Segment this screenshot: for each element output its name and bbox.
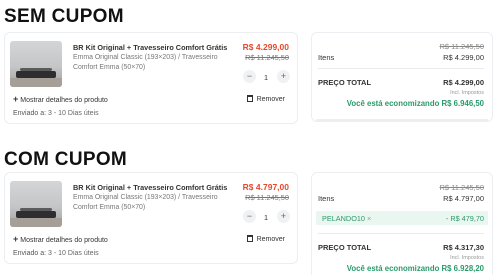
summary-items-value: R$ 4.797,00 [443, 194, 484, 203]
summary-total-label: PREÇO TOTAL [318, 78, 372, 87]
plus-icon: + [280, 71, 287, 81]
summary-total-value: R$ 4.317,30 [443, 243, 484, 252]
shipping-label: Enviado a: [13, 250, 47, 257]
price-current: R$ 4.797,00 [242, 182, 289, 192]
remove-label: Remover [256, 96, 285, 103]
product-name[interactable]: BR Kit Original + Travesseiro Comfort Gr… [73, 183, 227, 192]
shipping-days: 3 - 10 Dias úteis [48, 250, 99, 257]
summary-items-label: Itens [318, 53, 335, 62]
shipping-days: 3 - 10 Dias úteis [48, 110, 99, 117]
coupon-code: PELANDO10 [322, 214, 365, 223]
savings-value: R$ 6.946,50 [441, 99, 484, 108]
quantity-value: 1 [263, 73, 269, 82]
product-image [10, 41, 62, 87]
summary-savings: Você está economizando R$ 6.946,50 [347, 99, 484, 108]
summary-divider [318, 233, 484, 234]
summary-divider [318, 68, 484, 69]
summary-savings: Você está economizando R$ 6.928,20 [347, 264, 484, 273]
product-description: Emma Original Classic (193×203) / Traves… [73, 194, 218, 211]
summary-total-label: PREÇO TOTAL [318, 243, 372, 252]
section-title-sem-cupom: SEM CUPOM [4, 6, 124, 27]
summary-original-price: R$ 11.245,50 [439, 42, 484, 51]
coupon-code-button[interactable]: PELANDO10 × [322, 214, 371, 223]
quantity-decrease-button[interactable]: − [243, 70, 256, 83]
price-current: R$ 4.299,00 [242, 42, 289, 52]
quantity-value: 1 [263, 213, 269, 222]
cart-item-card-sem-cupom: BR Kit Original + Travesseiro Comfort Gr… [4, 32, 298, 124]
summary-taxes-note: Incl. Impostos [450, 90, 484, 96]
product-image [10, 181, 62, 227]
minus-icon: − [246, 211, 253, 221]
summary-bottom-bar [316, 119, 488, 122]
summary-original-price: R$ 11.245,50 [439, 183, 484, 192]
price-original: R$ 11.245,50 [245, 53, 289, 62]
quantity-increase-button[interactable]: + [277, 70, 290, 83]
savings-value: R$ 6.928,20 [441, 264, 484, 273]
summary-taxes-note: Incl. Impostos [450, 255, 484, 261]
remove-button[interactable]: Remover [246, 235, 285, 243]
coupon-row: PELANDO10 × - R$ 479,70 [316, 211, 488, 225]
trash-icon [246, 95, 253, 102]
savings-text: Você está economizando [346, 99, 440, 108]
trash-icon [246, 235, 253, 242]
remove-label: Remover [256, 236, 285, 243]
show-details-label: Mostrar detalhes do produto [20, 237, 108, 244]
product-description: Emma Original Classic (193×203) / Traves… [73, 54, 218, 71]
minus-icon: − [246, 71, 253, 81]
plus-icon: + [280, 211, 287, 221]
cart-item-card-com-cupom: BR Kit Original + Travesseiro Comfort Gr… [4, 172, 298, 264]
savings-text: Você está economizando [346, 264, 440, 273]
show-details-label: Mostrar detalhes do produto [20, 97, 108, 104]
product-name[interactable]: BR Kit Original + Travesseiro Comfort Gr… [73, 43, 227, 52]
shipping-info: Enviado a: 3 - 10 Dias úteis [13, 110, 99, 117]
show-details-button[interactable]: + Mostrar detalhes do produto [13, 234, 108, 244]
summary-items-label: Itens [318, 194, 335, 203]
quantity-increase-button[interactable]: + [277, 210, 290, 223]
plus-icon: + [13, 94, 19, 104]
shipping-label: Enviado a: [13, 110, 47, 117]
close-icon[interactable]: × [367, 214, 371, 223]
shipping-info: Enviado a: 3 - 10 Dias úteis [13, 250, 99, 257]
quantity-decrease-button[interactable]: − [243, 210, 256, 223]
order-summary-com-cupom: R$ 11.245,50 Itens R$ 4.797,00 PELANDO10… [311, 172, 493, 275]
summary-total-value: R$ 4.299,00 [443, 78, 484, 87]
remove-button[interactable]: Remover [246, 95, 285, 103]
order-summary-sem-cupom: R$ 11.245,50 Itens R$ 4.299,00 PREÇO TOT… [311, 32, 493, 122]
show-details-button[interactable]: + Mostrar detalhes do produto [13, 94, 108, 104]
plus-icon: + [13, 234, 19, 244]
section-title-com-cupom: COM CUPOM [4, 149, 128, 170]
coupon-discount: - R$ 479,70 [445, 214, 484, 223]
price-original: R$ 11.245,50 [245, 193, 289, 202]
summary-items-value: R$ 4.299,00 [443, 53, 484, 62]
